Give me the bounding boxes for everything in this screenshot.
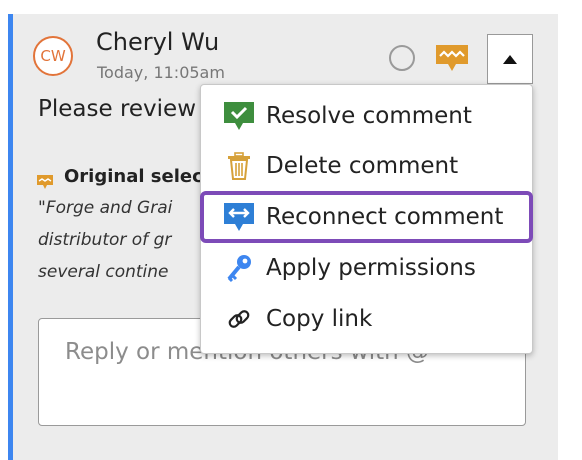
link-icon <box>223 304 255 334</box>
menu-item-reconnect-comment[interactable]: Reconnect comment <box>201 192 532 242</box>
menu-item-label: Copy link <box>266 306 373 332</box>
comment-icon <box>37 175 53 189</box>
menu-item-delete-comment[interactable]: Delete comment <box>201 141 532 191</box>
comment-author: Cheryl Wu <box>96 28 220 56</box>
comment-timestamp: Today, 11:05am <box>97 63 225 82</box>
menu-item-resolve-comment[interactable]: Resolve comment <box>201 91 532 141</box>
comment-menu-button[interactable] <box>487 34 533 84</box>
resolve-circle-icon[interactable] <box>389 45 415 71</box>
reconnect-comment-icon[interactable] <box>434 42 470 74</box>
original-selection-label: Original selec <box>64 166 203 187</box>
comment-actions-menu: Resolve comment Delete comment Reconnect <box>200 84 533 354</box>
trash-icon <box>223 151 255 181</box>
caret-up-icon <box>503 54 517 64</box>
menu-item-copy-link[interactable]: Copy link <box>201 294 532 344</box>
comment-body: Please review <box>38 96 197 122</box>
menu-item-apply-permissions[interactable]: Apply permissions <box>201 243 532 293</box>
menu-item-label: Apply permissions <box>266 255 476 281</box>
quote-line: several contine <box>38 262 169 282</box>
menu-item-label: Delete comment <box>266 153 459 179</box>
menu-item-label: Resolve comment <box>266 103 472 129</box>
reconnect-icon <box>223 202 255 232</box>
avatar-initials: CW <box>40 47 66 65</box>
key-icon <box>223 253 255 283</box>
avatar: CW <box>33 36 73 76</box>
menu-item-label: Reconnect comment <box>266 204 504 230</box>
quote-line: distributor of gr <box>38 230 172 250</box>
quote-line: "Forge and Grai <box>38 198 173 218</box>
active-comment-indicator <box>8 14 13 460</box>
check-comment-icon <box>223 101 255 131</box>
